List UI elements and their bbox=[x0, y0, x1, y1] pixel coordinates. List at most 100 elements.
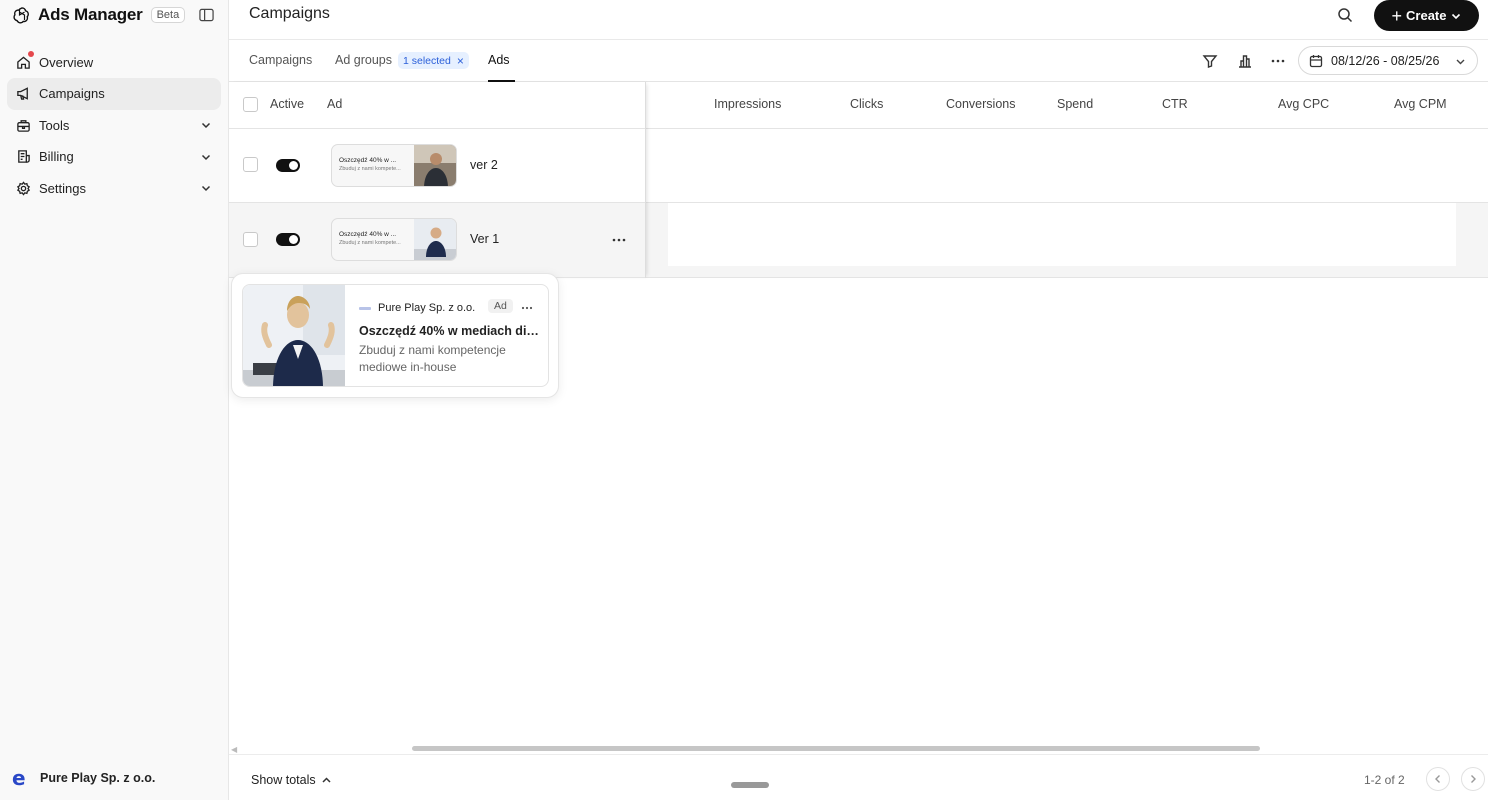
sidebar-item-overview[interactable]: Overview bbox=[7, 46, 221, 78]
table-footer: Show totals 1-2 of 2 bbox=[229, 754, 1488, 800]
ad-headline: Oszczędź 40% w mediach dig... bbox=[359, 324, 539, 338]
show-totals-label: Show totals bbox=[251, 773, 316, 787]
active-toggle[interactable] bbox=[276, 233, 300, 246]
sidebar-item-label: Settings bbox=[39, 180, 86, 196]
selected-filter-badge[interactable]: 1 selected × bbox=[398, 52, 469, 69]
ad-preview-card[interactable]: Pure Play Sp. z o.o. Ad Oszczędź 40% w m… bbox=[242, 284, 549, 387]
chevron-down-icon bbox=[201, 154, 211, 160]
sidebar-item-label: Overview bbox=[39, 54, 94, 70]
show-totals-button[interactable]: Show totals bbox=[251, 773, 332, 787]
resize-handle[interactable] bbox=[731, 782, 769, 788]
tab-bar: Campaigns Ad groups 1 selected × Ads 08/… bbox=[229, 40, 1488, 82]
advertiser-logo bbox=[359, 306, 371, 310]
column-header-avg-cpc[interactable]: Avg CPC bbox=[1278, 97, 1329, 111]
ad-image bbox=[414, 219, 456, 260]
date-range-picker[interactable]: 08/12/26 - 08/25/26 bbox=[1298, 46, 1478, 75]
select-all-checkbox[interactable] bbox=[243, 97, 258, 112]
thumb-headline: Oszczędź 40% w ... bbox=[339, 157, 397, 164]
advertiser-name: Pure Play Sp. z o.o. bbox=[378, 302, 476, 314]
chevron-right-icon bbox=[1471, 775, 1476, 783]
column-header-ad[interactable]: Ad bbox=[327, 97, 342, 111]
tab-ad-groups[interactable]: Ad groups bbox=[335, 53, 392, 67]
create-label: Create bbox=[1406, 8, 1447, 23]
megaphone-icon bbox=[15, 86, 31, 102]
calendar-icon bbox=[1309, 54, 1323, 67]
column-header-clicks[interactable]: Clicks bbox=[850, 97, 883, 111]
next-page-button[interactable] bbox=[1461, 767, 1485, 791]
brand[interactable]: Ads Manager Beta bbox=[12, 4, 186, 26]
column-header-ctr[interactable]: CTR bbox=[1162, 97, 1188, 111]
org-name: Pure Play Sp. z o.o. bbox=[40, 771, 156, 785]
row-checkbox[interactable] bbox=[243, 157, 258, 172]
top-bar: Campaigns + Create bbox=[229, 0, 1488, 40]
tab-campaigns[interactable]: Campaigns bbox=[249, 53, 312, 67]
ad-thumbnail[interactable]: Oszczędź 40% w ... Zbuduj z nami kompete… bbox=[331, 144, 457, 187]
scroll-left-arrow-icon[interactable]: ◀ bbox=[231, 745, 237, 754]
thumb-description: Zbuduj z nami kompete... bbox=[339, 166, 401, 172]
search-icon[interactable] bbox=[1337, 7, 1353, 23]
metrics-cells bbox=[668, 203, 1456, 266]
openai-logo-icon bbox=[13, 7, 29, 24]
prev-page-button[interactable] bbox=[1426, 767, 1450, 791]
ad-image bbox=[414, 145, 456, 186]
sidebar-nav: Overview Campaigns Tools Billing Setting… bbox=[7, 46, 221, 204]
beta-badge: Beta bbox=[150, 7, 186, 23]
ad-name[interactable]: ver 2 bbox=[470, 158, 498, 172]
table-header: Active Ad Impressions Clicks Conversions… bbox=[229, 82, 1488, 129]
sidebar-toggle-icon[interactable] bbox=[199, 8, 214, 22]
bar-chart-icon[interactable] bbox=[1237, 53, 1253, 69]
create-button[interactable]: + Create bbox=[1374, 0, 1479, 31]
chevron-down-icon bbox=[1452, 13, 1461, 19]
advertiser-line: Pure Play Sp. z o.o. bbox=[359, 302, 475, 314]
more-horizontal-icon[interactable] bbox=[611, 235, 627, 245]
chevron-left-icon bbox=[1435, 775, 1440, 783]
column-header-spend[interactable]: Spend bbox=[1057, 97, 1093, 111]
sidebar-item-label: Campaigns bbox=[39, 86, 105, 101]
ad-description: Zbuduj z nami kompetencje mediowe in-hou… bbox=[359, 343, 506, 374]
selected-count: 1 selected bbox=[403, 54, 451, 67]
column-header-avg-cpm[interactable]: Avg CPM bbox=[1394, 97, 1447, 111]
table-row[interactable]: Oszczędź 40% w ... Zbuduj z nami kompete… bbox=[229, 129, 1488, 203]
ad-name[interactable]: Ver 1 bbox=[470, 232, 499, 246]
sidebar-item-label: Billing bbox=[39, 149, 74, 164]
more-horizontal-icon[interactable] bbox=[521, 303, 533, 313]
active-toggle[interactable] bbox=[276, 159, 300, 172]
org-logo: e bbox=[12, 766, 26, 790]
notification-dot bbox=[28, 51, 34, 57]
thumb-description: Zbuduj z nami kompete... bbox=[339, 240, 401, 246]
sidebar: Ads Manager Beta Overview Campaigns Tool… bbox=[0, 0, 229, 800]
table-row[interactable]: Oszczędź 40% w ... Zbuduj z nami kompete… bbox=[229, 203, 1488, 278]
tab-ads[interactable]: Ads bbox=[488, 53, 510, 67]
ad-label-badge: Ad bbox=[488, 299, 513, 313]
receipt-icon bbox=[15, 149, 31, 165]
plus-icon: + bbox=[1391, 5, 1403, 26]
ad-preview-image bbox=[243, 285, 345, 386]
thumb-headline: Oszczędź 40% w ... bbox=[339, 231, 397, 238]
home-icon bbox=[15, 51, 34, 70]
sidebar-item-label: Tools bbox=[39, 117, 70, 133]
org-switcher[interactable]: e Pure Play Sp. z o.o. bbox=[12, 768, 155, 788]
chevron-down-icon bbox=[201, 185, 211, 192]
close-icon[interactable]: × bbox=[457, 54, 464, 68]
chevron-down-icon bbox=[201, 122, 211, 129]
sidebar-item-campaigns[interactable]: Campaigns bbox=[7, 77, 221, 110]
row-checkbox[interactable] bbox=[243, 232, 258, 247]
pagination-label: 1-2 of 2 bbox=[1364, 773, 1405, 787]
ad-thumbnail[interactable]: Oszczędź 40% w ... Zbuduj z nami kompete… bbox=[331, 218, 457, 261]
filter-icon[interactable] bbox=[1202, 53, 1218, 69]
sidebar-item-tools[interactable]: Tools bbox=[7, 109, 221, 141]
horizontal-scrollbar[interactable] bbox=[412, 746, 1260, 751]
toolbox-icon bbox=[15, 117, 31, 133]
column-header-impressions[interactable]: Impressions bbox=[714, 97, 781, 111]
column-header-active[interactable]: Active bbox=[270, 97, 304, 111]
sidebar-item-settings[interactable]: Settings bbox=[7, 172, 221, 204]
sidebar-item-billing[interactable]: Billing bbox=[7, 141, 221, 173]
chevron-down-icon bbox=[1456, 59, 1465, 65]
column-header-conversions[interactable]: Conversions bbox=[946, 97, 1015, 111]
date-range-label: 08/12/26 - 08/25/26 bbox=[1331, 53, 1440, 68]
gear-icon bbox=[15, 180, 31, 196]
more-horizontal-icon[interactable] bbox=[1270, 53, 1286, 69]
page-title: Campaigns bbox=[249, 5, 330, 22]
ad-preview-popover: Pure Play Sp. z o.o. Ad Oszczędź 40% w m… bbox=[231, 273, 559, 398]
chevron-up-icon bbox=[322, 776, 331, 783]
